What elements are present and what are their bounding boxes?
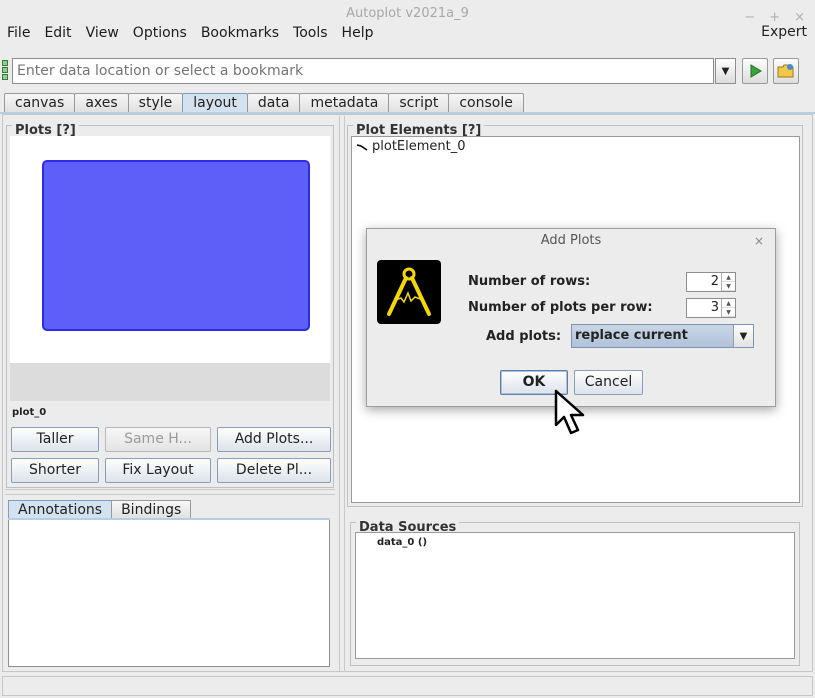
menu-view[interactable]: View <box>86 25 119 41</box>
tab-script[interactable]: script <box>388 93 450 113</box>
vertical-splitter[interactable] <box>339 116 345 672</box>
fix-layout-button[interactable]: Fix Layout <box>105 458 211 483</box>
menu-bookmarks[interactable]: Bookmarks <box>201 25 279 41</box>
horizontal-splitter[interactable] <box>5 489 335 495</box>
plot-element-label: plotElement_0 <box>372 139 466 154</box>
menu-edit[interactable]: Edit <box>44 25 71 41</box>
tab-annotations[interactable]: Annotations <box>8 500 113 519</box>
status-bar <box>2 676 813 696</box>
delete-plot-button[interactable]: Delete Pl... <box>217 458 331 483</box>
plots-per-row-value: 3 <box>710 300 719 315</box>
plots-margin-area <box>10 363 330 401</box>
tab-canvas[interactable]: canvas <box>4 93 76 113</box>
shorter-button[interactable]: Shorter <box>11 458 99 483</box>
rows-label: Number of rows: <box>468 274 591 289</box>
spinner-down-icon[interactable]: ▼ <box>722 282 735 291</box>
menu-help[interactable]: Help <box>342 25 374 41</box>
add-plots-mode-select[interactable]: replace current ▼ <box>571 324 754 348</box>
window-title: Autoplot v2021a_9 <box>346 6 469 21</box>
menu-file[interactable]: File <box>7 25 30 41</box>
menu-expert[interactable]: Expert <box>761 24 807 40</box>
plots-per-row-spinner[interactable]: 3 ▲ ▼ <box>686 298 736 318</box>
cancel-button[interactable]: Cancel <box>574 370 643 395</box>
go-button[interactable] <box>742 58 768 84</box>
tab-data[interactable]: data <box>246 93 301 113</box>
annotations-panel <box>8 518 330 667</box>
window-titlebar: Autoplot v2021a_9 − + × <box>0 0 815 25</box>
add-plots-mode-value: replace current <box>575 328 688 343</box>
data-location-input[interactable] <box>12 58 714 84</box>
dialog-close-icon[interactable]: × <box>754 234 764 248</box>
list-item[interactable]: data_0 () <box>377 537 427 548</box>
spinner-down-icon[interactable]: ▼ <box>722 308 735 317</box>
main-tabs: canvas axes style layout data metadata s… <box>4 93 524 113</box>
spinner-up-icon[interactable]: ▲ <box>722 273 735 282</box>
play-icon <box>750 64 762 78</box>
tab-axes[interactable]: axes <box>74 93 129 113</box>
menu-bar: File Edit View Options Bookmarks Tools H… <box>0 23 815 43</box>
plot-label: plot_0 <box>12 407 47 418</box>
plots-per-row-label: Number of plots per row: <box>468 300 653 315</box>
chevron-down-icon: ▼ <box>721 65 730 77</box>
tab-layout[interactable]: layout <box>182 93 248 113</box>
ok-button[interactable]: OK <box>500 370 568 395</box>
same-height-button[interactable]: Same H... <box>105 427 211 452</box>
line-series-icon <box>356 143 368 151</box>
menu-tools[interactable]: Tools <box>293 25 328 41</box>
data-source-icon <box>2 60 11 81</box>
plot-0-rect[interactable] <box>42 160 310 331</box>
add-plots-button[interactable]: Add Plots... <box>217 427 331 452</box>
data-sources-list: data_0 () <box>355 532 795 659</box>
open-file-button[interactable] <box>773 58 799 84</box>
plots-layout-canvas <box>10 136 330 363</box>
rows-value: 2 <box>710 274 719 289</box>
tab-bindings[interactable]: Bindings <box>111 500 192 519</box>
add-plots-dialog: Add Plots × Number of rows: 2 ▲ ▼ Number … <box>366 228 776 407</box>
menu-options[interactable]: Options <box>133 25 187 41</box>
autoplot-logo-icon <box>377 260 441 324</box>
tab-metadata[interactable]: metadata <box>299 93 390 113</box>
address-bar: ▼ <box>0 55 815 87</box>
bookmark-dropdown-button[interactable]: ▼ <box>715 58 736 84</box>
taller-button[interactable]: Taller <box>11 427 99 452</box>
chevron-down-icon[interactable]: ▼ <box>733 325 753 347</box>
tab-style[interactable]: style <box>127 93 184 113</box>
dialog-title: Add Plots <box>540 233 602 248</box>
rows-spinner[interactable]: 2 ▲ ▼ <box>686 272 736 292</box>
spinner-up-icon[interactable]: ▲ <box>722 299 735 308</box>
folder-icon <box>777 64 794 78</box>
tab-console[interactable]: console <box>448 93 524 113</box>
add-plots-label: Add plots: <box>486 329 562 344</box>
annotation-tabs: Annotations Bindings <box>8 500 192 519</box>
list-item[interactable]: plotElement_0 <box>356 139 466 154</box>
